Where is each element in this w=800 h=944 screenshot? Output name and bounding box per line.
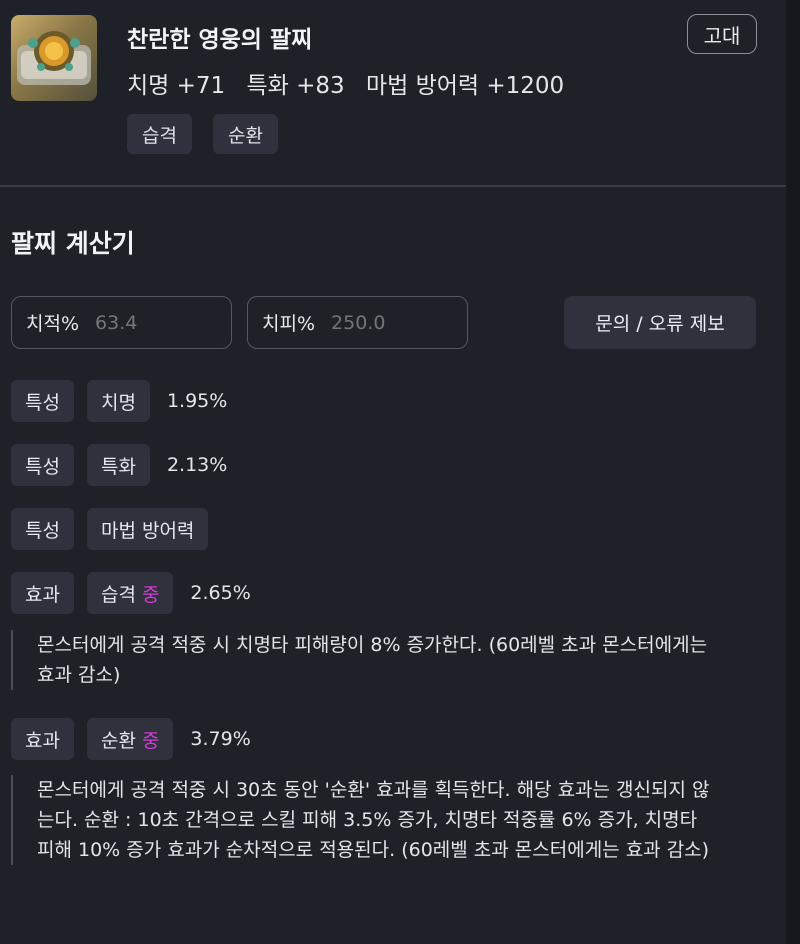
row-name-chip: 특화 <box>86 444 150 486</box>
effect-description-assault: 몬스터에게 공격 적중 시 치명타 피해량이 8% 증가한다. (60레벨 초과… <box>11 630 711 690</box>
tag-assault: 습격 <box>127 114 192 154</box>
trait-row-crit: 특성 치명 1.95% <box>11 380 227 422</box>
effect-row-cycle: 효과 순환 중 3.79% <box>11 718 251 760</box>
effect-row-assault: 효과 습격 중 2.65% <box>11 572 251 614</box>
bracelet-panel: 찬란한 영웅의 팔찌 고대 치명 +71 특화 +83 마법 방어력 +1200… <box>0 0 786 944</box>
bracelet-item-icon <box>11 15 97 101</box>
row-name-chip: 습격 중 <box>86 572 174 614</box>
stat-specialization: 특화 +83 <box>246 73 345 99</box>
grade-badge: 고대 <box>687 14 757 54</box>
effect-name: 습격 <box>100 583 136 606</box>
report-button[interactable]: 문의 / 오류 제보 <box>564 296 756 349</box>
trait-row-magic-defense: 특성 마법 방어력 <box>11 508 221 550</box>
row-kind-chip: 특성 <box>11 380 74 422</box>
crit-damage-label: 치피% <box>262 313 316 335</box>
row-kind-chip: 특성 <box>11 444 74 486</box>
tag-cycle: 순환 <box>213 114 278 154</box>
item-name: 찬란한 영웅의 팔찌 <box>127 27 313 53</box>
stat-crit: 치명 +71 <box>127 73 226 99</box>
item-stats: 치명 +71 특화 +83 마법 방어력 +1200 <box>127 66 578 100</box>
row-value: 2.65% <box>190 582 251 604</box>
row-name-chip: 치명 <box>86 380 150 422</box>
row-kind-chip: 효과 <box>11 718 74 760</box>
effect-grade: 중 <box>141 583 160 606</box>
row-value: 2.13% <box>166 454 228 476</box>
scroll-edge <box>786 0 800 944</box>
stat-magic-defense: 마법 방어력 +1200 <box>365 73 565 99</box>
crit-rate-field[interactable]: 치적% <box>11 296 232 349</box>
effect-description-cycle: 몬스터에게 공격 적중 시 30초 동안 '순환' 효과를 획득한다. 해당 효… <box>11 775 711 865</box>
row-kind-chip: 특성 <box>11 508 74 550</box>
crit-damage-input[interactable] <box>331 311 442 334</box>
section-divider <box>0 185 786 187</box>
effect-grade: 중 <box>141 729 160 752</box>
calculator-title: 팔찌 계산기 <box>11 229 135 258</box>
effect-name: 순환 <box>100 729 136 752</box>
trait-row-specialization: 특성 특화 2.13% <box>11 444 227 486</box>
row-name-chip: 순환 중 <box>86 718 174 760</box>
crit-damage-field[interactable]: 치피% <box>247 296 468 349</box>
row-name-chip: 마법 방어력 <box>86 508 209 550</box>
row-value: 3.79% <box>190 728 251 750</box>
crit-rate-input[interactable] <box>95 311 206 334</box>
row-value: 1.95% <box>166 390 228 412</box>
crit-rate-label: 치적% <box>26 313 80 335</box>
row-kind-chip: 효과 <box>11 572 74 614</box>
